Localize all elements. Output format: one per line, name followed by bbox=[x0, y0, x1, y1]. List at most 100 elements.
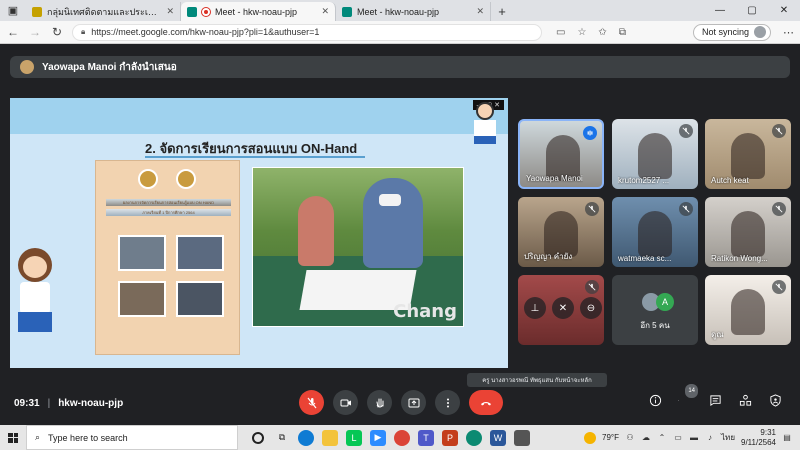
participant-name: krutom2527 ... bbox=[618, 176, 670, 185]
participant-tile[interactable]: krutom2527 ... bbox=[612, 119, 698, 189]
close-icon[interactable]: ✕ bbox=[166, 6, 174, 17]
participant-tile[interactable]: ปริญญา คำยัง bbox=[518, 197, 604, 267]
chat-button[interactable] bbox=[708, 393, 722, 407]
participant-tile[interactable]: Yaowapa Manoi bbox=[518, 119, 604, 189]
refresh-icon[interactable]: ↻ bbox=[50, 25, 64, 39]
chrome-icon[interactable] bbox=[394, 429, 410, 446]
address-toolbar: ← → ↻ 🔒︎ https://meet.google.com/hkw-noa… bbox=[0, 21, 800, 44]
participant-tile[interactable]: ⊥ ✕ ⊖ bbox=[518, 275, 604, 345]
url-field[interactable]: 🔒︎ https://meet.google.com/hkw-noau-pjp?… bbox=[72, 23, 542, 41]
network-icon[interactable]: ▬ bbox=[689, 433, 699, 443]
mic-toggle-button[interactable] bbox=[299, 390, 324, 415]
mic-off-icon bbox=[307, 397, 316, 408]
meeting-time: 09:31 bbox=[14, 398, 40, 409]
tile-hover-controls: ⊥ ✕ ⊖ bbox=[524, 297, 602, 319]
favorites-icon[interactable]: ✩ bbox=[598, 27, 606, 38]
start-button[interactable] bbox=[0, 425, 26, 450]
remove-icon[interactable]: ⊖ bbox=[580, 297, 602, 319]
slide-title: 2. จัดการเรียนการสอนแบบ ON-Hand bbox=[145, 138, 365, 159]
shared-screen[interactable]: — ▢ ✕ 2. จัดการเรียนการสอนแบบ ON-Hand ผล… bbox=[10, 98, 508, 368]
new-tab-button[interactable]: + bbox=[491, 2, 513, 21]
poster-caption: ผลงานการจัดการเรียนการสอนเรียนรู้แบบ ON … bbox=[106, 199, 231, 206]
poster-photo bbox=[118, 281, 166, 317]
taskbar-clock[interactable]: 9:31 9/11/2564 bbox=[741, 428, 776, 448]
participant-tile[interactable]: Ratikon Wong... bbox=[705, 197, 791, 267]
chevron-up-icon[interactable]: ⌃ bbox=[657, 433, 667, 443]
mute-participant-icon[interactable]: ✕ bbox=[552, 297, 574, 319]
url-text: https://meet.google.com/hkw-noau-pjp?pli… bbox=[91, 27, 320, 37]
clock-time: 9:31 bbox=[760, 427, 776, 437]
file-explorer-icon[interactable] bbox=[322, 429, 338, 446]
forward-arrow-icon[interactable]: → bbox=[28, 25, 42, 39]
tab-title: กลุ่มนิเทศติดตามและประเมินผล - ระ bbox=[47, 6, 162, 17]
close-icon[interactable]: ✕ bbox=[476, 6, 484, 17]
powerpoint-icon[interactable]: P bbox=[442, 429, 458, 446]
edge-icon[interactable] bbox=[298, 429, 314, 446]
collections-icon[interactable]: ⧉ bbox=[619, 27, 626, 38]
leave-call-button[interactable] bbox=[469, 390, 503, 415]
audio-active-icon bbox=[583, 126, 597, 140]
meeting-info: 09:31 | hkw-noau-pjp bbox=[14, 398, 123, 409]
participant-tile[interactable]: Autch keat bbox=[705, 119, 791, 189]
poster-photo bbox=[118, 235, 166, 271]
cortana-icon[interactable] bbox=[252, 431, 264, 444]
zoom-icon[interactable]: ▶ bbox=[370, 429, 386, 446]
photo-watermark: Chang bbox=[393, 301, 457, 322]
people-tray-icon[interactable]: ⚇ bbox=[625, 433, 635, 443]
people-button[interactable]: 14 bbox=[678, 384, 698, 407]
browser-tab-strip: ▣ กลุ่มนิเทศติดตามและประเมินผล - ระ ✕ Me… bbox=[0, 0, 800, 21]
favorite-star-icon[interactable]: ☆ bbox=[577, 27, 586, 38]
meet-control-bar: 09:31 | hkw-noau-pjp 14 bbox=[0, 382, 800, 425]
host-controls-button[interactable] bbox=[768, 393, 782, 407]
more-participants-tile[interactable]: A อีก 5 คน bbox=[612, 275, 698, 345]
activities-button[interactable] bbox=[738, 393, 752, 407]
more-menu-icon[interactable]: ⋯ bbox=[783, 26, 794, 39]
language-indicator[interactable]: ไทย bbox=[721, 431, 735, 444]
present-now-button[interactable] bbox=[401, 390, 426, 415]
teams-icon[interactable]: T bbox=[418, 429, 434, 446]
maximize-icon[interactable]: ▢ bbox=[736, 0, 768, 21]
raise-hand-button[interactable] bbox=[367, 390, 392, 415]
task-view-icon[interactable]: ⧉ bbox=[274, 430, 290, 446]
browser-tab-2[interactable]: Meet - hkw-noau-pjp ✕ bbox=[181, 2, 336, 21]
word-icon[interactable]: W bbox=[490, 429, 506, 446]
taskbar-search[interactable]: ⌕ Type here to search bbox=[26, 425, 238, 450]
participant-tile[interactable]: ดูณ bbox=[705, 275, 791, 345]
mic-off-icon bbox=[772, 202, 786, 216]
participant-name: ปริญญา คำยัง bbox=[524, 252, 573, 261]
more-options-button[interactable] bbox=[435, 390, 460, 415]
participant-name: watmaeka sc... bbox=[618, 254, 672, 263]
store-icon[interactable] bbox=[514, 429, 530, 446]
tab-actions-icon[interactable]: ▣ bbox=[0, 0, 26, 21]
volume-icon[interactable]: ♪ bbox=[705, 433, 715, 443]
battery-icon[interactable]: ▭ bbox=[673, 433, 683, 443]
tab-title: Meet - hkw-noau-pjp bbox=[357, 6, 440, 17]
close-icon[interactable]: ✕ bbox=[321, 6, 329, 17]
mic-off-icon bbox=[679, 124, 693, 138]
search-placeholder: Type here to search bbox=[48, 432, 128, 443]
weather-icon[interactable] bbox=[584, 431, 597, 444]
more-vert-icon bbox=[446, 398, 449, 407]
camera-permission-icon[interactable]: ▭ bbox=[556, 27, 565, 38]
back-arrow-icon[interactable]: ← bbox=[6, 25, 20, 39]
cloud-icon[interactable]: ☁︎ bbox=[641, 433, 651, 443]
recording-icon bbox=[202, 7, 210, 16]
browser-tab-3[interactable]: Meet - hkw-noau-pjp ✕ bbox=[336, 2, 491, 21]
info-icon bbox=[649, 394, 661, 406]
minimize-icon[interactable]: — bbox=[704, 0, 736, 21]
chat-icon bbox=[709, 394, 721, 406]
window-controls: — ▢ ✕ bbox=[704, 0, 800, 21]
pin-icon[interactable]: ⊥ bbox=[524, 297, 546, 319]
notifications-icon[interactable]: ▤ bbox=[782, 433, 792, 443]
sync-button[interactable]: Not syncing bbox=[692, 23, 771, 41]
participant-tile[interactable]: watmaeka sc... bbox=[612, 197, 698, 267]
edge-dev-icon[interactable] bbox=[466, 429, 482, 446]
poster-subcaption: ภาคเรียนที่ 1 ปีการศึกษา 2564 bbox=[106, 209, 231, 216]
school-seal-icon bbox=[176, 169, 196, 189]
camera-toggle-button[interactable] bbox=[333, 390, 358, 415]
close-window-icon[interactable]: ✕ bbox=[768, 0, 800, 21]
browser-tab-1[interactable]: กลุ่มนิเทศติดตามและประเมินผล - ระ ✕ bbox=[26, 2, 181, 21]
line-icon[interactable]: L bbox=[346, 429, 362, 446]
separator: | bbox=[47, 398, 51, 409]
meeting-details-button[interactable] bbox=[648, 393, 662, 407]
